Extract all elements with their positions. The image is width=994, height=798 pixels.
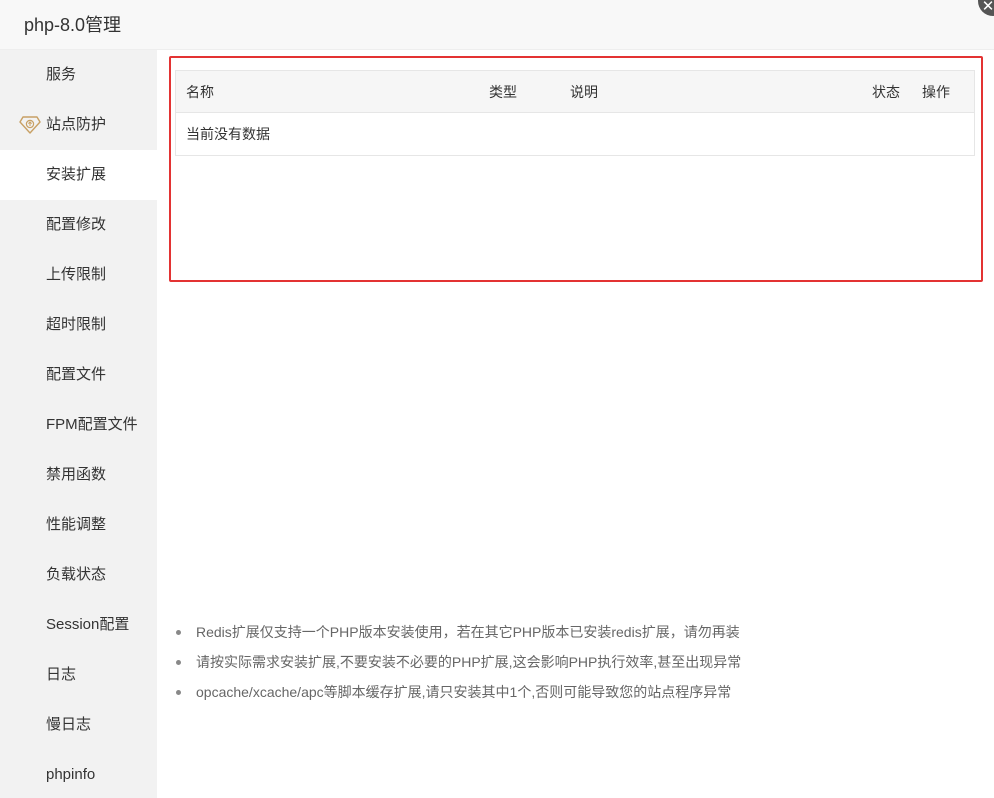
sidebar-item-performance-tuning[interactable]: 性能调整 xyxy=(0,500,157,550)
sidebar-item-site-protection[interactable]: 站点防护 xyxy=(0,100,157,150)
column-header-type: 类型 xyxy=(489,84,517,100)
sidebar-item-label: Session配置 xyxy=(46,616,130,633)
sidebar-item-label: 站点防护 xyxy=(46,116,107,133)
tip-item: opcache/xcache/apc等脚本缓存扩展,请只安装其中1个,否则可能导… xyxy=(175,677,741,707)
sidebar-item-label: 上传限制 xyxy=(46,266,107,283)
sidebar-item-label: 慢日志 xyxy=(46,716,92,733)
dialog-title: php-8.0管理 xyxy=(24,15,122,35)
sidebar-item-label: 配置修改 xyxy=(46,216,107,233)
tip-item: 请按实际需求安装扩展,不要安装不必要的PHP扩展,这会影响PHP执行效率,甚至出… xyxy=(175,647,741,677)
main-content: 名称 类型 说明 状态 操作 当前没有数据 Redis扩展仅支持一个PHP版本安… xyxy=(157,50,994,798)
sidebar-item-service[interactable]: 服务 xyxy=(0,50,157,100)
sidebar-item-install-extensions[interactable]: 安装扩展 xyxy=(0,150,157,200)
sidebar-item-label: 安装扩展 xyxy=(46,166,107,183)
php-manager-dialog: php-8.0管理 ✕ 服务 站点防护 安装扩展 配置修改 上传限制 超时限制 xyxy=(0,0,994,798)
sidebar-item-label: phpinfo xyxy=(46,766,96,783)
sidebar-item-phpinfo[interactable]: phpinfo xyxy=(0,750,157,798)
column-header-name: 名称 xyxy=(186,84,214,100)
sidebar-item-session-config[interactable]: Session配置 xyxy=(0,600,157,650)
column-header-description: 说明 xyxy=(570,84,598,100)
sidebar-item-upload-limit[interactable]: 上传限制 xyxy=(0,250,157,300)
sidebar-item-label: 负载状态 xyxy=(46,566,107,583)
sidebar: 服务 站点防护 安装扩展 配置修改 上传限制 超时限制 配置文件 FPM配置文件 xyxy=(0,50,157,798)
table-header: 名称 类型 说明 状态 操作 xyxy=(176,71,974,113)
table-empty-row: 当前没有数据 xyxy=(186,126,270,142)
sidebar-item-config-file[interactable]: 配置文件 xyxy=(0,350,157,400)
sidebar-item-label: 性能调整 xyxy=(46,516,107,533)
sidebar-item-slow-log[interactable]: 慢日志 xyxy=(0,700,157,750)
sidebar-item-log[interactable]: 日志 xyxy=(0,650,157,700)
tip-item: Redis扩展仅支持一个PHP版本安装使用，若在其它PHP版本已安装redis扩… xyxy=(175,617,741,647)
diamond-shield-icon xyxy=(19,116,41,134)
column-header-status: 状态 xyxy=(872,84,900,100)
extensions-table: 名称 类型 说明 状态 操作 当前没有数据 xyxy=(175,70,975,156)
sidebar-item-label: 超时限制 xyxy=(46,316,107,333)
sidebar-item-timeout-limit[interactable]: 超时限制 xyxy=(0,300,157,350)
tips-list: Redis扩展仅支持一个PHP版本安装使用，若在其它PHP版本已安装redis扩… xyxy=(175,617,741,707)
sidebar-item-label: 服务 xyxy=(46,66,77,83)
close-icon: ✕ xyxy=(981,0,994,15)
sidebar-item-fpm-config-file[interactable]: FPM配置文件 xyxy=(0,400,157,450)
sidebar-item-config-modify[interactable]: 配置修改 xyxy=(0,200,157,250)
sidebar-item-label: 配置文件 xyxy=(46,366,107,383)
sidebar-item-label: 日志 xyxy=(46,666,77,683)
sidebar-item-label: 禁用函数 xyxy=(46,466,107,483)
column-header-actions: 操作 xyxy=(922,84,950,100)
title-bar: php-8.0管理 xyxy=(0,0,994,50)
sidebar-item-label: FPM配置文件 xyxy=(46,416,138,433)
sidebar-item-disabled-functions[interactable]: 禁用函数 xyxy=(0,450,157,500)
sidebar-item-load-status[interactable]: 负载状态 xyxy=(0,550,157,600)
